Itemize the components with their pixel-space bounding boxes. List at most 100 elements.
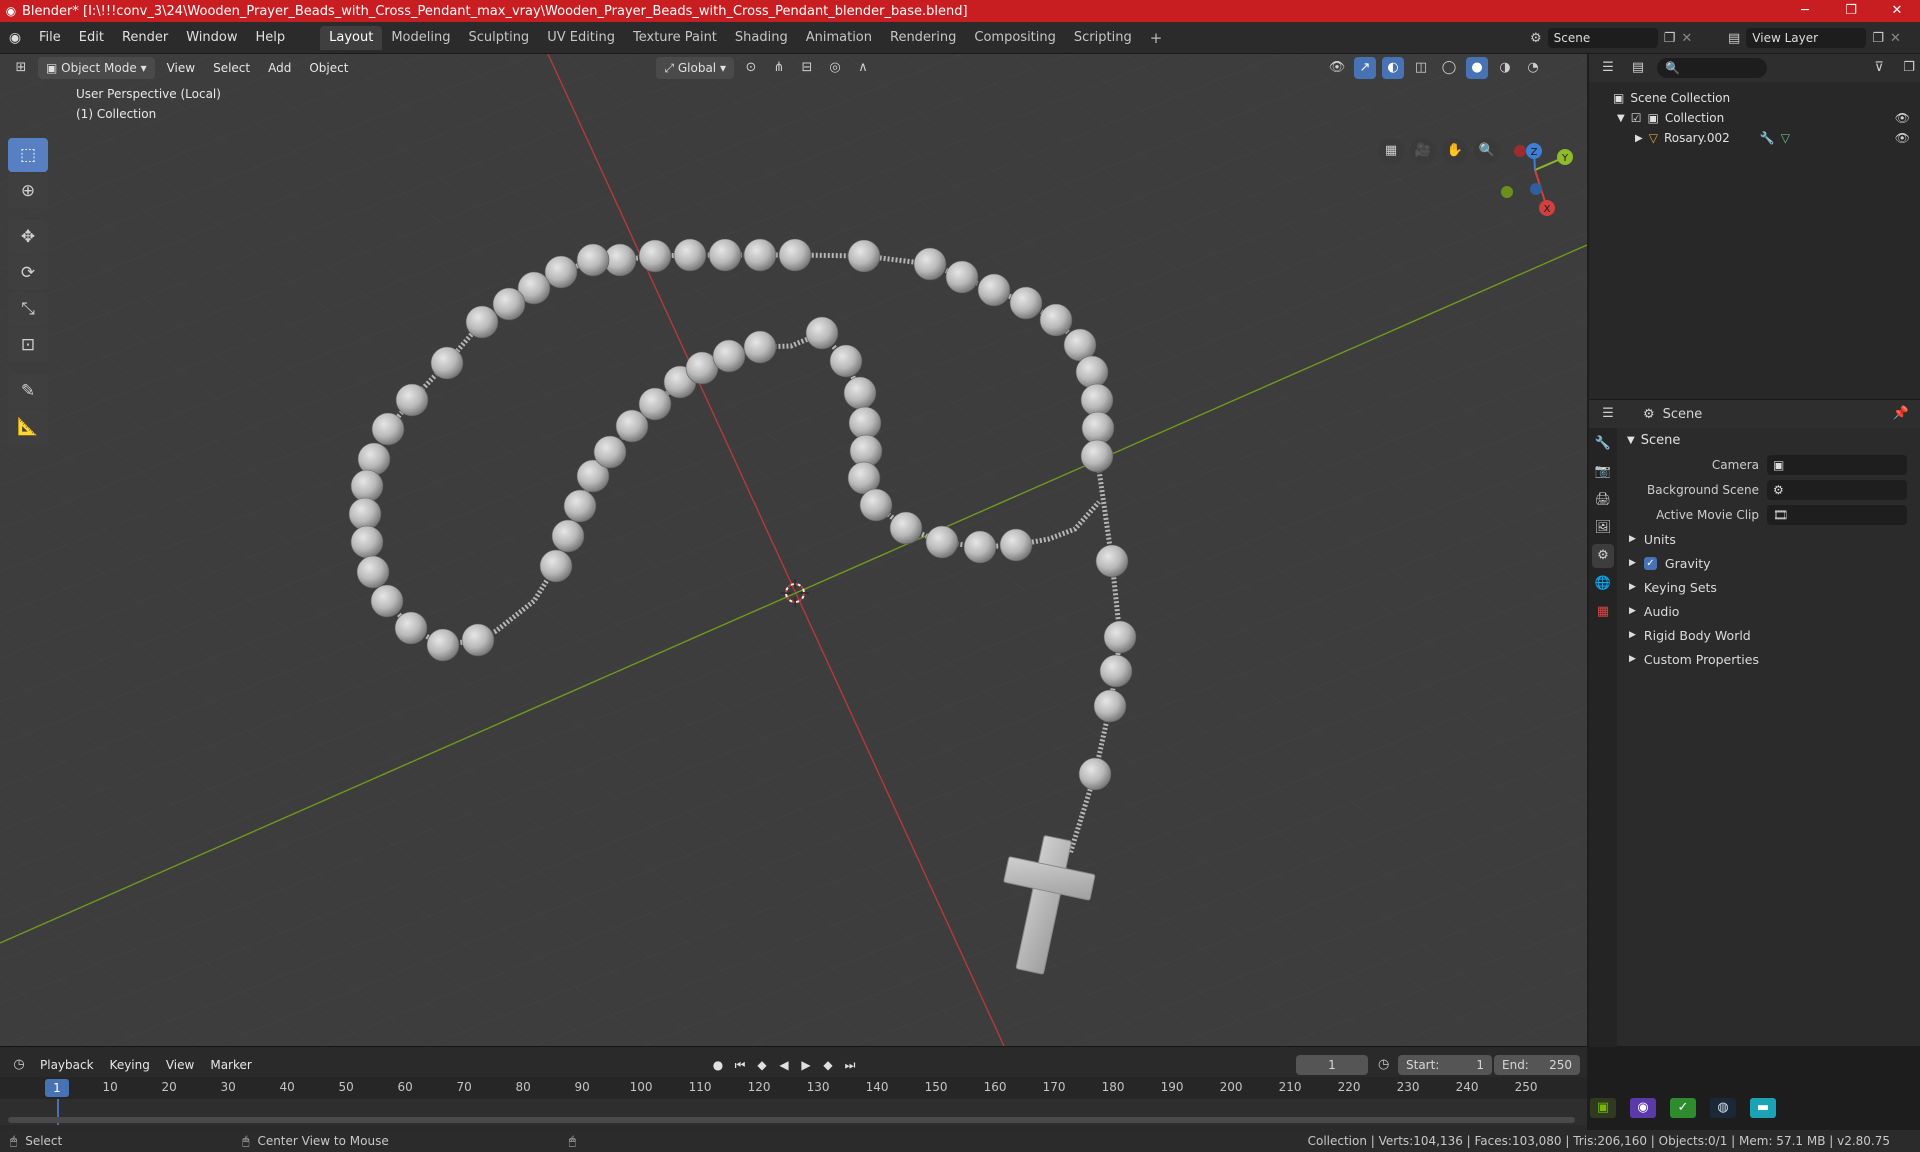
camera-view-icon[interactable]: 🎥 [1410, 138, 1436, 164]
gizmo-neg-z-icon[interactable] [1530, 183, 1542, 195]
current-frame-field[interactable]: 1 [1296, 1055, 1368, 1075]
visibility-icon[interactable]: 👁 [1326, 57, 1348, 79]
snap-icon[interactable]: ⋔ [768, 57, 790, 79]
outliner-search-input[interactable]: 🔍 [1657, 58, 1767, 78]
scale-tool-icon[interactable]: ⤡ [8, 292, 48, 326]
new-view-layer-icon[interactable]: ❐ [1872, 31, 1884, 46]
gizmo-neg-y-icon[interactable] [1501, 186, 1513, 198]
timeline-track-area[interactable] [0, 1099, 1587, 1125]
view-layer-name-field[interactable]: View Layer [1746, 28, 1867, 48]
outliner-row-collection[interactable]: ▼ ☑ ▣ Collection 👁 [1589, 108, 1920, 128]
next-keyframe-icon[interactable]: ◆ [820, 1058, 836, 1072]
solid-shading-icon[interactable]: ● [1465, 57, 1488, 79]
outliner-editor-type-icon[interactable]: ☰ [1597, 57, 1619, 79]
tab-compositing[interactable]: Compositing [965, 26, 1065, 50]
annotate-tool-icon[interactable]: ✎ [8, 374, 48, 408]
jump-end-icon[interactable]: ⏭ [842, 1058, 858, 1073]
menu-edit[interactable]: Edit [70, 30, 113, 45]
collection-checkbox[interactable]: ☑ [1631, 111, 1642, 125]
remove-view-layer-icon[interactable]: ✕ [1890, 31, 1901, 46]
close-button[interactable]: ✕ [1874, 0, 1920, 22]
keying-sets-panel[interactable]: ▶ Keying Sets [1619, 575, 1920, 599]
view-layer-tab-icon[interactable]: 🖼 [1592, 516, 1614, 540]
menu-playback[interactable]: Playback [34, 1054, 100, 1076]
material-shading-icon[interactable]: ◑ [1494, 57, 1516, 79]
menu-view[interactable]: View [161, 57, 201, 79]
render-tab-icon[interactable]: 📷 [1592, 460, 1614, 484]
scene-selector[interactable]: ⚙ Scene ❐ ✕ [1530, 27, 1700, 49]
camera-field[interactable]: ▣ [1767, 454, 1907, 475]
gizmo-neg-x-icon[interactable] [1514, 145, 1526, 157]
mode-dropdown[interactable]: ▣ Object Mode ▾ [38, 57, 155, 79]
minimize-button[interactable]: ─ [1782, 0, 1828, 22]
nvidia-tray-icon[interactable]: ▣ [1590, 1098, 1616, 1118]
display-tray-icon[interactable]: ▬ [1750, 1098, 1776, 1118]
timeline-editor-type-icon[interactable]: ◷ [8, 1054, 30, 1076]
record-icon[interactable]: ● [710, 1058, 726, 1072]
gizmo-toggle-icon[interactable]: ↗ [1353, 57, 1376, 79]
filter-icon[interactable]: ⊽ [1868, 57, 1890, 79]
gravity-checkbox[interactable]: ✓ [1643, 556, 1657, 570]
play-icon[interactable]: ▶ [798, 1058, 814, 1072]
transform-tool-icon[interactable]: ⊡ [8, 328, 48, 362]
maximize-button[interactable]: ❐ [1828, 0, 1874, 22]
prev-keyframe-icon[interactable]: ◆ [754, 1058, 770, 1072]
tool-tab-icon[interactable]: 🔧 [1592, 432, 1614, 456]
pivot-icon[interactable]: ⊙ [740, 57, 762, 79]
outliner-row-rosary[interactable]: ▶ ▽ Rosary.002 🔧 ▽ 👁 [1589, 128, 1920, 148]
tab-shading[interactable]: Shading [726, 26, 797, 50]
output-tab-icon[interactable]: 🖨 [1592, 488, 1614, 512]
rendered-shading-icon[interactable]: ◔ [1522, 57, 1544, 79]
units-panel[interactable]: ▶ Units [1619, 527, 1920, 551]
snap-target-icon[interactable]: ⊟ [796, 57, 818, 79]
overlay-toggle-icon[interactable]: ◐ [1381, 57, 1404, 79]
xray-icon[interactable]: ◫ [1410, 57, 1432, 79]
app-tray-icon[interactable]: ◉ [1630, 1098, 1656, 1118]
tab-layout[interactable]: Layout [320, 25, 383, 50]
falloff-icon[interactable]: ∧ [852, 57, 874, 79]
scene-panel-header[interactable]: ▼ Scene [1619, 428, 1920, 452]
tab-scripting[interactable]: Scripting [1065, 26, 1141, 50]
tab-sculpting[interactable]: Sculpting [459, 26, 538, 50]
menu-select[interactable]: Select [207, 57, 256, 79]
move-tool-icon[interactable]: ✥ [8, 220, 48, 254]
gravity-panel[interactable]: ▶ ✓ Gravity [1619, 551, 1920, 575]
display-mode-icon[interactable]: ▤ [1627, 57, 1649, 79]
blender-menu-icon[interactable]: ◉ [0, 30, 30, 46]
toggle-perspective-icon[interactable]: ▦ [1378, 138, 1404, 164]
menu-window[interactable]: Window [177, 30, 246, 45]
audio-panel[interactable]: ▶ Audio [1619, 599, 1920, 623]
timeline-scrollbar[interactable] [8, 1117, 1575, 1123]
select-box-tool-icon[interactable]: ⬚ [8, 138, 48, 172]
playhead-marker[interactable]: 1 [45, 1079, 69, 1097]
zoom-view-icon[interactable]: 🔍 [1474, 138, 1500, 164]
tab-modeling[interactable]: Modeling [382, 26, 459, 50]
rigid-body-world-panel[interactable]: ▶ Rigid Body World [1619, 623, 1920, 647]
menu-render[interactable]: Render [113, 30, 177, 45]
custom-properties-panel[interactable]: ▶ Custom Properties [1619, 647, 1920, 671]
tab-uv-editing[interactable]: UV Editing [538, 26, 624, 50]
proportional-edit-icon[interactable]: ◎ [824, 57, 846, 79]
add-workspace-button[interactable]: + [1141, 29, 1172, 47]
expand-collection-icon[interactable]: ▼ [1617, 113, 1625, 124]
active-movie-clip-field[interactable]: 🎞 [1767, 504, 1907, 525]
tab-texture-paint[interactable]: Texture Paint [624, 26, 726, 50]
modifier-icon[interactable]: 🔧 [1760, 131, 1775, 145]
menu-marker[interactable]: Marker [204, 1054, 257, 1076]
outliner-row-scene-collection[interactable]: ▣ Scene Collection [1589, 88, 1920, 108]
mesh-data-icon[interactable]: ▽ [1781, 131, 1790, 145]
frame-clock-icon[interactable]: ◷ [1378, 1057, 1389, 1072]
tab-animation[interactable]: Animation [797, 26, 881, 50]
steam-tray-icon[interactable]: ◍ [1710, 1098, 1736, 1118]
background-scene-field[interactable]: ⚙ [1767, 479, 1907, 500]
end-frame-field[interactable]: End: 250 [1494, 1055, 1580, 1075]
menu-help[interactable]: Help [247, 30, 295, 45]
menu-object[interactable]: Object [303, 57, 354, 79]
timeline-ruler[interactable]: 1 10 20 30 40 50 60 70 80 90 100 110 120 130 140 150 16… [0, 1077, 1587, 1099]
new-scene-icon[interactable]: ❐ [1664, 31, 1676, 46]
wireframe-shading-icon[interactable]: ◯ [1438, 57, 1460, 79]
scene-name-field[interactable]: Scene [1547, 28, 1658, 48]
menu-keying[interactable]: Keying [104, 1054, 156, 1076]
rotate-tool-icon[interactable]: ⟳ [8, 256, 48, 290]
world-tab-icon[interactable]: 🌐 [1592, 572, 1614, 596]
